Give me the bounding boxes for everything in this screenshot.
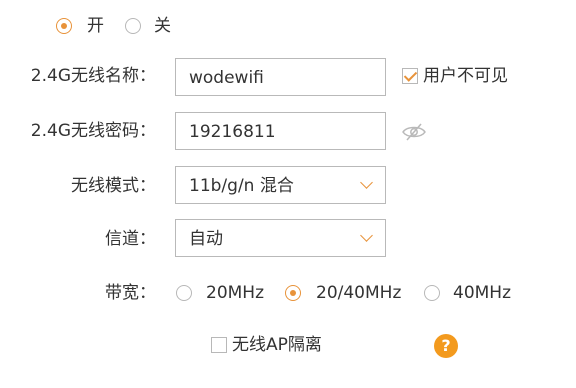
- channel-label: 信道：: [105, 229, 156, 249]
- ssid-value: wodewifi: [189, 68, 264, 88]
- ssid-label: 2.4G无线名称：: [30, 66, 156, 86]
- bandwidth-40mhz-radio[interactable]: [424, 285, 440, 301]
- bandwidth-20mhz-label: 20MHz: [206, 283, 265, 303]
- mode-select[interactable]: 11b/g/n 混合: [175, 166, 386, 204]
- wifi-off-label: 关: [154, 16, 171, 36]
- wifi-off-radio[interactable]: [125, 18, 141, 34]
- bandwidth-20-40mhz-label: 20/40MHz: [316, 283, 402, 303]
- bandwidth-20-40mhz-radio[interactable]: [285, 285, 301, 301]
- bandwidth-40mhz-label: 40MHz: [453, 283, 512, 303]
- hide-ssid-label: 用户不可见: [423, 66, 508, 86]
- bandwidth-label: 带宽：: [105, 283, 156, 303]
- wifi-on-radio[interactable]: [56, 18, 72, 34]
- ap-isolation-checkbox[interactable]: [211, 337, 227, 353]
- wifi-on-label: 开: [87, 16, 104, 36]
- help-icon[interactable]: ?: [434, 334, 458, 358]
- bandwidth-20mhz-radio[interactable]: [176, 285, 192, 301]
- hide-ssid-checkbox[interactable]: [402, 68, 418, 84]
- mode-label: 无线模式：: [71, 176, 156, 196]
- password-label: 2.4G无线密码：: [30, 121, 156, 141]
- channel-select[interactable]: 自动: [175, 219, 386, 257]
- ssid-input[interactable]: wodewifi: [175, 58, 386, 96]
- channel-value: 自动: [189, 229, 223, 249]
- ap-isolation-label: 无线AP隔离: [232, 335, 322, 355]
- chevron-down-icon: [360, 176, 373, 189]
- chevron-down-icon: [360, 229, 373, 242]
- password-input[interactable]: 19216811: [175, 112, 386, 150]
- password-value: 19216811: [189, 122, 276, 142]
- mode-value: 11b/g/n 混合: [189, 176, 294, 196]
- eye-hidden-icon[interactable]: [401, 123, 427, 141]
